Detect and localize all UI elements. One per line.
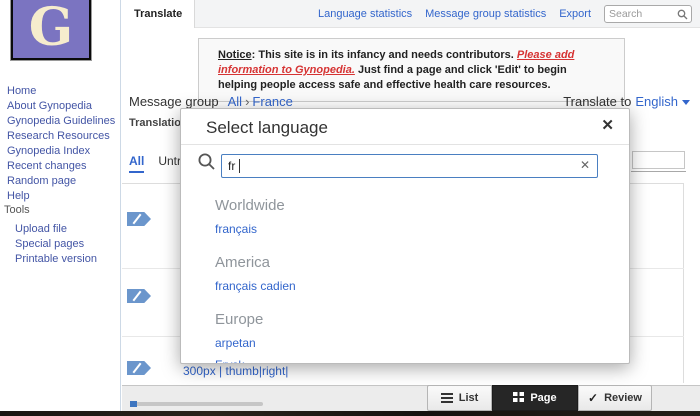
region-languages: français <box>215 222 629 236</box>
translate-to-selector: Translate to English <box>563 94 690 109</box>
select-language-dialog: Select language ✕ ✕ Worldwide français <box>180 108 630 364</box>
region-name: Worldwide <box>215 197 629 214</box>
table-top-border <box>631 171 686 172</box>
tools-item[interactable]: Printable version <box>15 253 97 265</box>
review-button-label: Review <box>604 392 642 404</box>
language-search-field: ✕ <box>221 154 598 178</box>
language-region-group: America français cadien <box>215 254 629 293</box>
message-group-label: Message group <box>129 94 219 109</box>
language-search-row: ✕ <box>181 145 629 189</box>
region-name: Europe <box>215 311 629 328</box>
top-tab-bar: Translate Language statistics Message gr… <box>122 0 700 28</box>
link-message-group-statistics[interactable]: Message group statistics <box>425 8 546 20</box>
sidebar-nav: HomeAbout GynopediaGynopedia GuidelinesR… <box>7 81 115 201</box>
region-languages: arpetan Frysk <box>215 336 629 364</box>
top-links: Language statistics Message group statis… <box>318 0 692 28</box>
breadcrumb-france[interactable]: France <box>252 94 292 109</box>
filter-box <box>632 151 685 169</box>
tools-section-label: Tools <box>4 204 30 216</box>
message-group-breadcrumb: Message group All›France <box>129 94 293 109</box>
search-input[interactable] <box>609 6 675 22</box>
site-search <box>604 5 692 23</box>
language-region-group: Europe arpetan Frysk <box>215 311 629 364</box>
review-button[interactable]: ✓ Review <box>578 385 652 411</box>
translation-column-header: Translation <box>129 117 188 129</box>
view-mode-buttons: List Page ✓ Review <box>427 385 652 411</box>
horizontal-scrollbar-thumb[interactable] <box>130 401 137 407</box>
breadcrumb-separator: › <box>242 94 252 109</box>
message-filter-tabs: All Untr <box>129 154 181 173</box>
target-language-value: English <box>635 94 678 109</box>
site-notice: Notice: This site is in its infancy and … <box>198 38 625 102</box>
language-option[interactable]: Frysk <box>215 358 244 364</box>
chevron-down-icon <box>682 100 690 105</box>
sidebar-item[interactable]: Help <box>7 190 30 202</box>
notice-text-before: : This site is in its infancy and needs … <box>252 49 517 61</box>
region-name: America <box>215 254 629 271</box>
check-icon: ✓ <box>588 391 598 405</box>
close-icon[interactable]: ✕ <box>601 116 614 134</box>
screen-bottom-edge <box>0 411 700 416</box>
language-option[interactable]: arpetan <box>215 336 256 350</box>
page-view-button[interactable]: Page <box>492 385 578 411</box>
message-row-text[interactable]: 300px | thumb|right| <box>183 364 288 378</box>
language-option[interactable]: français <box>215 222 257 236</box>
list-view-button[interactable]: List <box>427 385 492 411</box>
tools-nav: Upload fileSpecial pagesPrintable versio… <box>15 219 97 264</box>
tab-untranslated[interactable]: Untr <box>158 154 181 173</box>
language-option[interactable]: français cadien <box>215 279 296 293</box>
list-button-label: List <box>459 392 479 404</box>
notice-label: Notice <box>218 49 252 61</box>
dialog-title: Select language <box>206 118 328 138</box>
horizontal-scrollbar-track <box>130 402 263 406</box>
language-region-group: Worldwide français <box>215 197 629 236</box>
target-language-dropdown[interactable]: English <box>635 94 690 109</box>
clear-icon[interactable]: ✕ <box>580 158 590 172</box>
page-button-label: Page <box>530 392 556 404</box>
tab-all[interactable]: All <box>129 154 144 173</box>
link-language-statistics[interactable]: Language statistics <box>318 8 412 20</box>
logo-letter: G <box>29 2 73 54</box>
search-icon[interactable] <box>677 9 688 20</box>
language-search-input[interactable] <box>221 154 598 178</box>
region-languages: français cadien <box>215 279 629 293</box>
magnifier-icon <box>197 152 216 171</box>
translate-page: G HomeAbout GynopediaGynopedia Guideline… <box>0 0 700 416</box>
language-results: Worldwide français America français cadi… <box>181 189 629 364</box>
grid-icon <box>513 392 524 405</box>
site-logo[interactable]: G <box>11 0 91 60</box>
tab-translate[interactable]: Translate <box>122 0 195 28</box>
sidebar: G HomeAbout GynopediaGynopedia Guideline… <box>0 0 121 411</box>
bottom-toolbar: List Page ✓ Review <box>122 385 700 411</box>
dialog-header: Select language ✕ <box>181 109 629 145</box>
list-icon <box>441 393 453 403</box>
breadcrumb-all[interactable]: All <box>228 94 242 109</box>
translate-to-label: Translate to <box>563 94 631 109</box>
text-cursor <box>239 159 240 173</box>
link-export[interactable]: Export <box>559 8 591 20</box>
